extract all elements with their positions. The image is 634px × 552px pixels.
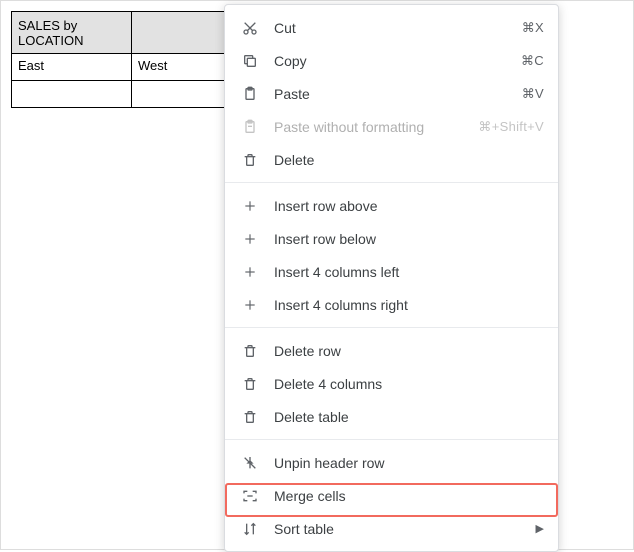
menu-label: Sort table	[274, 521, 528, 537]
menu-shortcut: ⌘V	[522, 86, 544, 102]
menu-separator	[225, 327, 558, 328]
menu-shortcut: ⌘+Shift+V	[478, 119, 544, 135]
plus-icon	[240, 229, 260, 249]
plus-icon	[240, 196, 260, 216]
sort-icon	[240, 519, 260, 539]
menu-label: Cut	[274, 20, 522, 36]
menu-item-unpin-header-row[interactable]: Unpin header row	[225, 446, 558, 479]
menu-label: Paste without formatting	[274, 119, 478, 135]
header-cell[interactable]	[132, 12, 232, 54]
menu-label: Delete table	[274, 409, 544, 425]
cut-icon	[240, 18, 260, 38]
submenu-arrow-icon: ▶	[536, 522, 544, 535]
menu-separator	[225, 439, 558, 440]
trash-icon	[240, 341, 260, 361]
menu-item-paste-without-formatting: Paste without formatting ⌘+Shift+V	[225, 110, 558, 143]
header-cell-title[interactable]: SALES by LOCATION	[12, 12, 132, 54]
paste-icon	[240, 84, 260, 104]
menu-label: Insert row above	[274, 198, 544, 214]
menu-item-copy[interactable]: Copy ⌘C	[225, 44, 558, 77]
menu-item-cut[interactable]: Cut ⌘X	[225, 11, 558, 44]
menu-label: Insert 4 columns right	[274, 297, 544, 313]
menu-label: Insert row below	[274, 231, 544, 247]
menu-item-paste[interactable]: Paste ⌘V	[225, 77, 558, 110]
menu-item-insert-columns-right[interactable]: Insert 4 columns right	[225, 288, 558, 321]
menu-label: Delete 4 columns	[274, 376, 544, 392]
cell[interactable]	[12, 81, 132, 108]
menu-shortcut: ⌘C	[521, 53, 544, 69]
cell-east[interactable]: East	[12, 54, 132, 81]
cell-west[interactable]: West	[132, 54, 232, 81]
unpin-icon	[240, 453, 260, 473]
context-menu: Cut ⌘X Copy ⌘C Paste ⌘V Paste without fo…	[224, 4, 559, 552]
plus-icon	[240, 262, 260, 282]
trash-icon	[240, 374, 260, 394]
menu-label: Merge cells	[274, 488, 544, 504]
menu-label: Delete row	[274, 343, 544, 359]
menu-item-sort-table[interactable]: Sort table ▶	[225, 512, 558, 545]
menu-item-insert-columns-left[interactable]: Insert 4 columns left	[225, 255, 558, 288]
menu-item-delete-row[interactable]: Delete row	[225, 334, 558, 367]
cell[interactable]	[132, 81, 232, 108]
menu-item-delete-table[interactable]: Delete table	[225, 400, 558, 433]
menu-label: Copy	[274, 53, 521, 69]
menu-label: Delete	[274, 152, 544, 168]
menu-label: Paste	[274, 86, 522, 102]
menu-item-delete-columns[interactable]: Delete 4 columns	[225, 367, 558, 400]
merge-cells-icon	[240, 486, 260, 506]
trash-icon	[240, 150, 260, 170]
plus-icon	[240, 295, 260, 315]
menu-item-insert-row-below[interactable]: Insert row below	[225, 222, 558, 255]
menu-item-merge-cells[interactable]: Merge cells	[225, 479, 558, 512]
copy-icon	[240, 51, 260, 71]
menu-item-insert-row-above[interactable]: Insert row above	[225, 189, 558, 222]
trash-icon	[240, 407, 260, 427]
menu-label: Insert 4 columns left	[274, 264, 544, 280]
menu-label: Unpin header row	[274, 455, 544, 471]
menu-shortcut: ⌘X	[522, 20, 544, 36]
menu-separator	[225, 182, 558, 183]
paste-plain-icon	[240, 117, 260, 137]
menu-item-delete[interactable]: Delete	[225, 143, 558, 176]
